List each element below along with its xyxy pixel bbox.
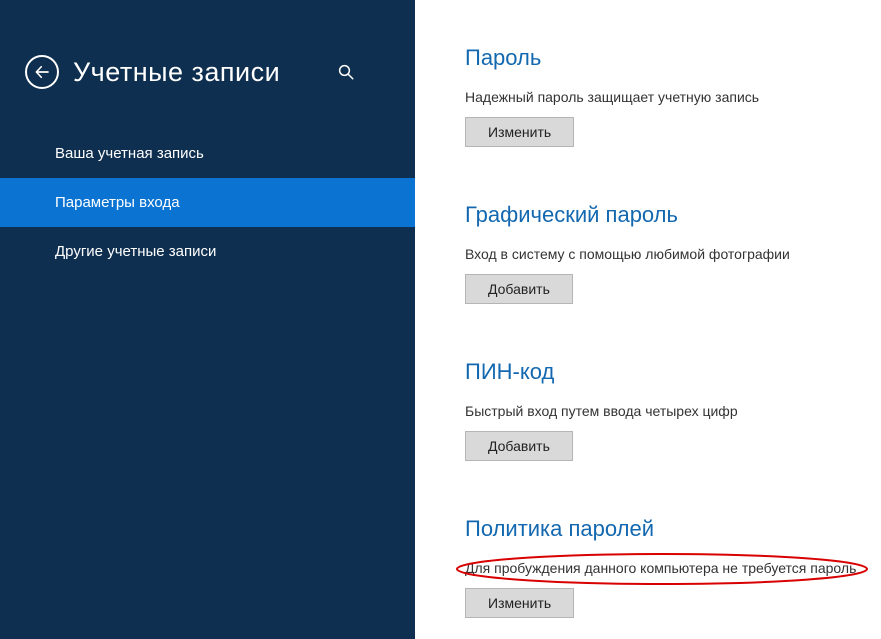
- add-picture-password-button[interactable]: Добавить: [465, 274, 573, 304]
- section-description: Вход в систему с помощью любимой фотогра…: [465, 246, 861, 262]
- add-pin-button[interactable]: Добавить: [465, 431, 573, 461]
- main-content: Пароль Надежный пароль защищает учетную …: [415, 0, 881, 639]
- sidebar-item-your-account[interactable]: Ваша учетная запись: [0, 129, 415, 178]
- section-password: Пароль Надежный пароль защищает учетную …: [465, 45, 861, 147]
- change-password-button[interactable]: Изменить: [465, 117, 574, 147]
- section-heading: Пароль: [465, 45, 861, 71]
- section-description: Для пробуждения данного компьютера не тр…: [465, 560, 856, 576]
- back-icon[interactable]: [25, 55, 59, 89]
- change-policy-button[interactable]: Изменить: [465, 588, 574, 618]
- sidebar-nav: Ваша учетная запись Параметры входа Друг…: [0, 129, 415, 276]
- section-heading: ПИН-код: [465, 359, 861, 385]
- section-heading: Графический пароль: [465, 202, 861, 228]
- section-picture-password: Графический пароль Вход в систему с помо…: [465, 202, 861, 304]
- sidebar-item-label: Ваша учетная запись: [55, 145, 204, 162]
- sidebar-item-other-accounts[interactable]: Другие учетные записи: [0, 227, 415, 276]
- sidebar-item-signin-options[interactable]: Параметры входа: [0, 178, 415, 227]
- policy-description-wrap: Для пробуждения данного компьютера не тр…: [465, 560, 856, 576]
- sidebar-item-label: Параметры входа: [55, 194, 180, 211]
- section-description: Надежный пароль защищает учетную запись: [465, 89, 861, 105]
- sidebar-item-label: Другие учетные записи: [55, 243, 216, 260]
- search-icon[interactable]: [337, 63, 355, 86]
- section-heading: Политика паролей: [465, 516, 861, 542]
- sidebar-header: Учетные записи: [0, 35, 415, 119]
- sidebar: Учетные записи Ваша учетная запись Парам…: [0, 0, 415, 639]
- section-password-policy: Политика паролей Для пробуждения данного…: [465, 516, 861, 618]
- section-description: Быстрый вход путем ввода четырех цифр: [465, 403, 861, 419]
- page-title: Учетные записи: [73, 57, 280, 88]
- section-pin: ПИН-код Быстрый вход путем ввода четырех…: [465, 359, 861, 461]
